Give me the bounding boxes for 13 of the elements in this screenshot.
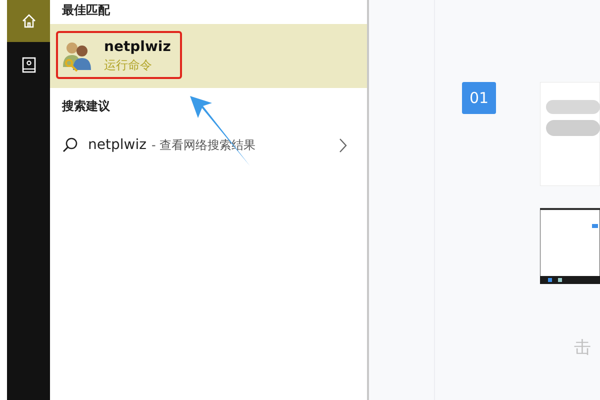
suggestion-query: netplwiz	[88, 137, 146, 153]
step-badge: 01	[462, 82, 496, 114]
search-icon	[62, 137, 78, 153]
section-heading: 搜索建议	[60, 98, 111, 115]
notebook-icon	[22, 57, 36, 73]
best-match-item[interactable]: netplwiz 运行命令	[50, 24, 367, 88]
app-name: netplwiz	[104, 38, 171, 54]
page-text: 击	[574, 337, 592, 359]
home-button[interactable]	[7, 0, 50, 42]
app-type: 运行命令	[104, 56, 153, 74]
home-icon	[20, 13, 36, 29]
section-heading: 最佳匹配	[61, 2, 111, 19]
chevron-right-icon	[339, 138, 347, 152]
